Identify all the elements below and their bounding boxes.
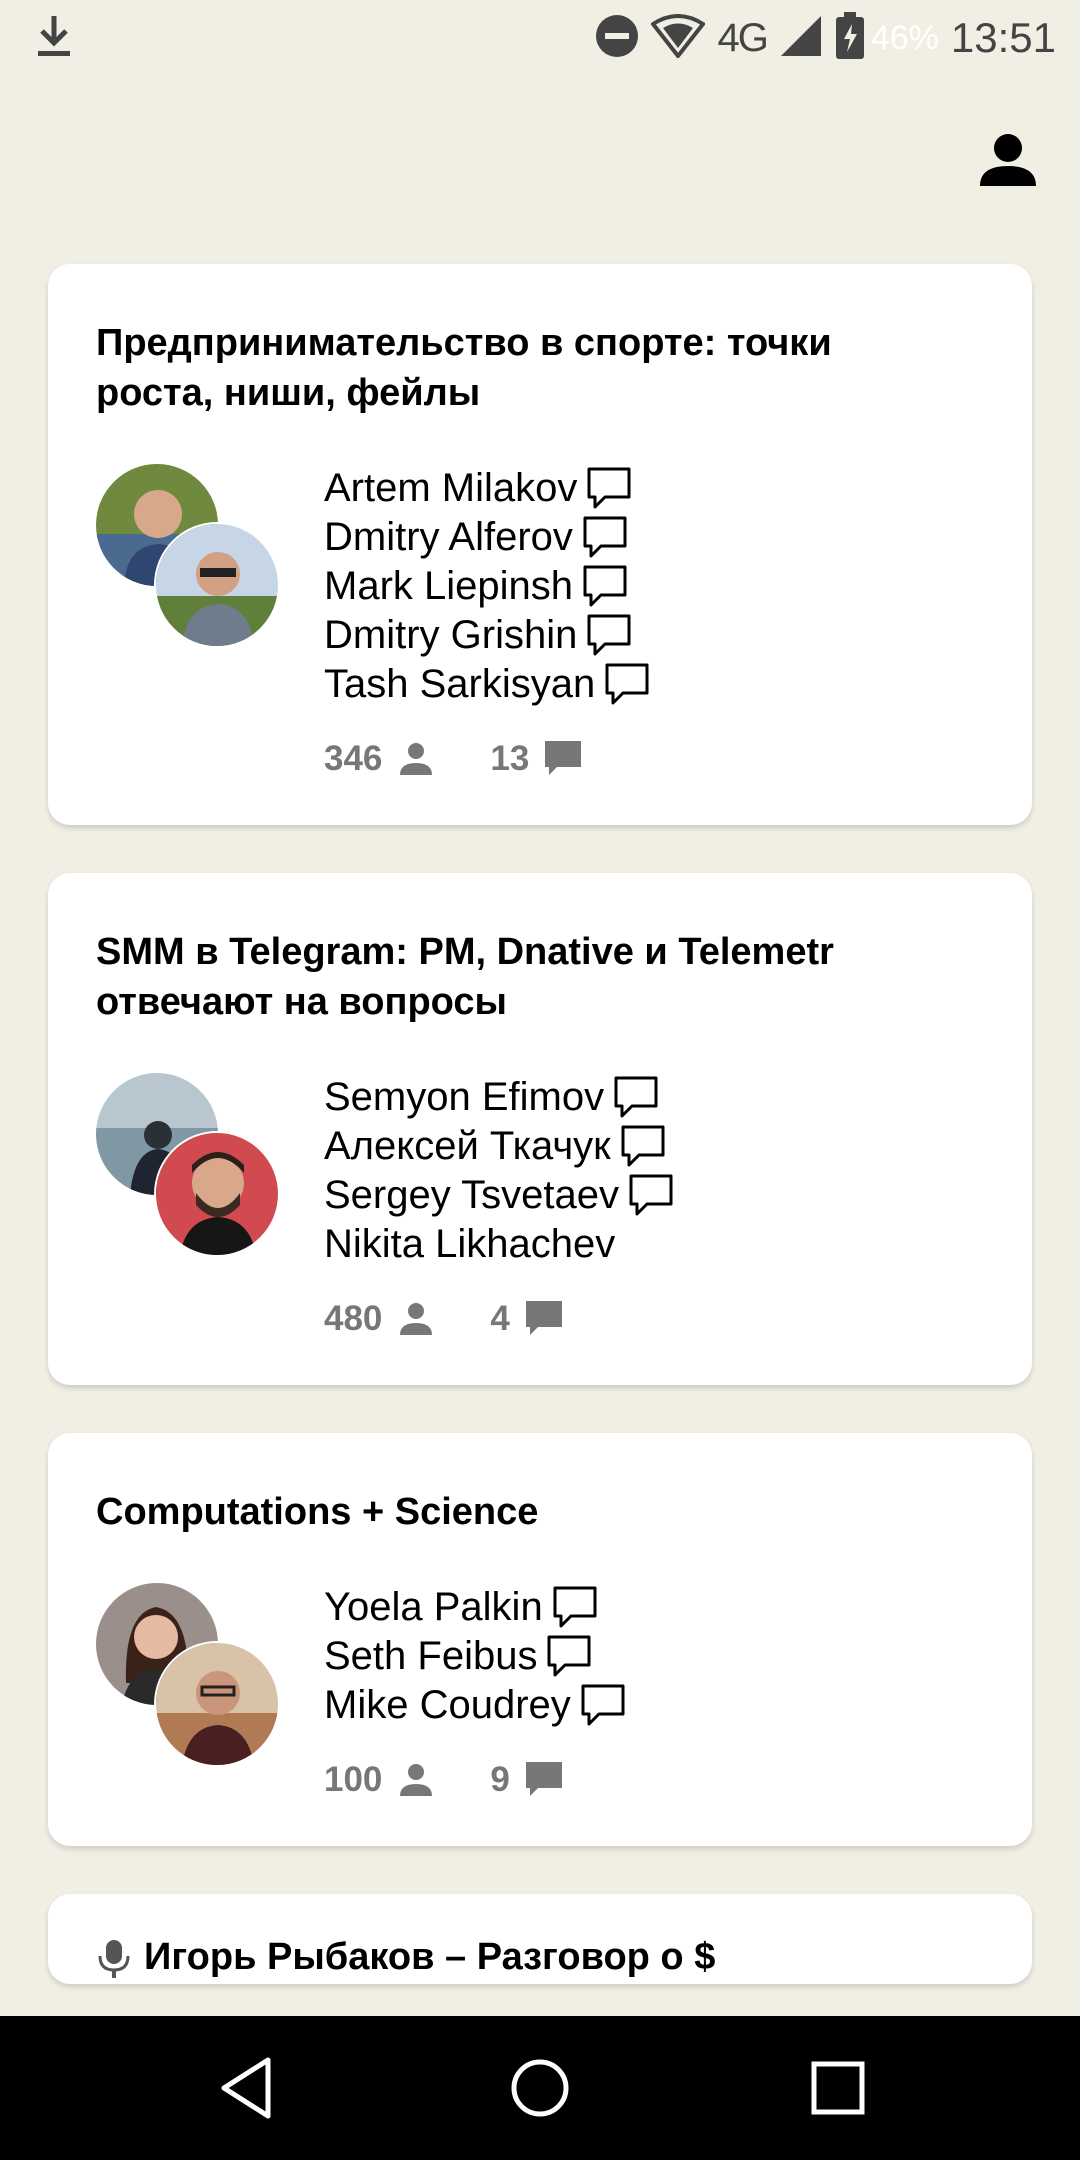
speaking-bubble-icon	[581, 1684, 625, 1725]
back-icon	[221, 2057, 271, 2119]
microphone-icon	[98, 1939, 130, 1978]
chat-count-value: 9	[490, 1760, 510, 1799]
profile-button[interactable]	[976, 128, 1040, 192]
avatar-stack	[96, 1073, 286, 1263]
home-button[interactable]	[502, 2050, 578, 2126]
avatar-stack	[96, 1583, 286, 1773]
room-title: SMM в Telegram: PM, Dnative и Telemetr о…	[96, 931, 834, 1023]
speaker-name: Tash Sarkisyan	[324, 662, 596, 706]
chat-icon	[525, 1301, 562, 1335]
avatar	[156, 524, 278, 646]
person-icon	[400, 1764, 433, 1796]
speaker-name: Nikita Likhachev	[324, 1222, 616, 1266]
listener-count-value: 100	[324, 1760, 383, 1799]
room-stats: 346 13	[324, 739, 984, 779]
speaker[interactable]: Dmitry Grishin	[324, 611, 984, 660]
room-title: Предпринимательство в спорте: точки рост…	[96, 322, 832, 414]
recents-icon	[811, 2061, 865, 2115]
listener-count-value: 480	[324, 1299, 383, 1338]
wifi-icon	[650, 13, 707, 63]
speaker-name: Алексей Ткачук	[324, 1124, 611, 1168]
signal-icon	[779, 14, 823, 63]
room-card[interactable]: Предпринимательство в спорте: точки рост…	[48, 264, 1032, 825]
speaker-name: Sergey Tsvetaev	[324, 1173, 619, 1217]
battery-charging-icon	[835, 11, 865, 65]
room-title: Игорь Рыбаков – Разговор о $	[144, 1936, 716, 1978]
chat-count-value: 4	[490, 1299, 510, 1338]
room-card[interactable]: Computations + Science Yoela Palkin Seth…	[48, 1433, 1032, 1846]
speaker-name: Dmitry Grishin	[324, 613, 578, 657]
speaker[interactable]: Алексей Ткачук	[324, 1122, 984, 1171]
speaker-name: Semyon Efimov	[324, 1075, 605, 1119]
speaker-name: Artem Milakov	[324, 466, 578, 510]
speaker-list: Semyon Efimov Алексей Ткачук Sergey Tsve…	[324, 1073, 984, 1269]
speaking-bubble-icon	[621, 1125, 665, 1166]
speaking-bubble-icon	[553, 1586, 597, 1627]
speaking-bubble-icon	[583, 565, 627, 606]
listener-count: 100	[324, 1760, 436, 1800]
navigation-bar	[0, 2016, 1080, 2160]
avatar	[156, 1133, 278, 1255]
chat-count: 13	[490, 739, 583, 779]
speaker[interactable]: Nikita Likhachev	[324, 1220, 984, 1269]
speaker[interactable]: Seth Feibus	[324, 1632, 984, 1681]
speaking-bubble-icon	[547, 1635, 591, 1676]
speaker[interactable]: Mark Liepinsh	[324, 562, 984, 611]
room-stats: 100 9	[324, 1760, 984, 1800]
avatar	[156, 1643, 278, 1765]
speaker-name: Seth Feibus	[324, 1634, 538, 1678]
chat-icon	[545, 741, 582, 775]
speaker-name: Mike Coudrey	[324, 1683, 571, 1727]
room-feed: Предпринимательство в спорте: точки рост…	[48, 264, 1032, 2032]
speaker-name: Mark Liepinsh	[324, 564, 574, 608]
listener-count: 346	[324, 739, 436, 779]
speaker-name: Yoela Palkin	[324, 1585, 543, 1629]
person-icon	[400, 743, 433, 775]
speaker[interactable]: Yoela Palkin	[324, 1583, 984, 1632]
chat-icon	[525, 1762, 562, 1796]
listener-count-value: 346	[324, 739, 383, 778]
speaker-list: Yoela Palkin Seth Feibus Mike Coudrey	[324, 1583, 984, 1730]
speaker-list: Artem Milakov Dmitry Alferov Mark Liepin…	[324, 464, 984, 709]
status-bar: 4G 46% 13:51	[0, 0, 1080, 72]
speaking-bubble-icon	[587, 614, 631, 655]
speaker[interactable]: Sergey Tsvetaev	[324, 1171, 984, 1220]
listener-count: 480	[324, 1299, 436, 1339]
person-icon	[400, 1303, 433, 1335]
chat-count: 9	[490, 1760, 563, 1800]
speaking-bubble-icon	[587, 467, 631, 508]
room-card[interactable]: Игорь Рыбаков – Разговор о $	[48, 1894, 1032, 1984]
room-stats: 480 4	[324, 1299, 984, 1339]
speaker[interactable]: Artem Milakov	[324, 464, 984, 513]
speaker[interactable]: Tash Sarkisyan	[324, 660, 984, 709]
clock: 13:51	[950, 14, 1056, 61]
download-icon	[36, 14, 72, 63]
back-button[interactable]	[210, 2050, 286, 2126]
speaker-name: Dmitry Alferov	[324, 515, 573, 559]
battery-level: 46%	[870, 18, 939, 57]
speaking-bubble-icon	[583, 516, 627, 557]
speaking-bubble-icon	[629, 1174, 673, 1215]
network-type: 4G	[717, 15, 768, 60]
home-icon	[511, 2059, 569, 2117]
speaker[interactable]: Mike Coudrey	[324, 1681, 984, 1730]
speaker[interactable]: Dmitry Alferov	[324, 513, 984, 562]
room-card[interactable]: SMM в Telegram: PM, Dnative и Telemetr о…	[48, 873, 1032, 1385]
recents-button[interactable]	[800, 2050, 876, 2126]
person-icon	[980, 134, 1036, 186]
speaker[interactable]: Semyon Efimov	[324, 1073, 984, 1122]
do-not-disturb-icon	[595, 14, 639, 63]
avatar-stack	[96, 464, 286, 654]
chat-count-value: 13	[490, 739, 530, 778]
speaking-bubble-icon	[614, 1076, 658, 1117]
chat-count: 4	[490, 1299, 563, 1339]
room-title: Computations + Science	[96, 1491, 539, 1533]
speaking-bubble-icon	[605, 663, 649, 704]
